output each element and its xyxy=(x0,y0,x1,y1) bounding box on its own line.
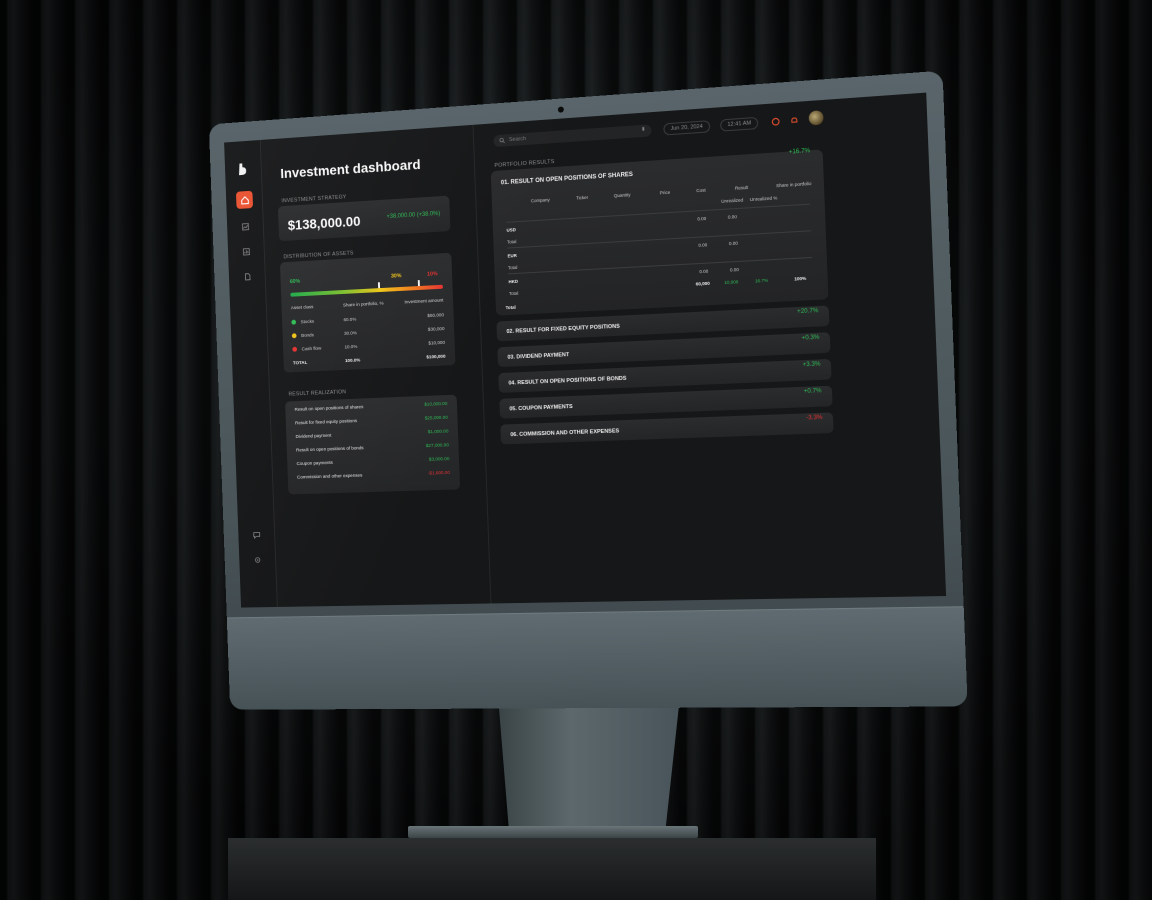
asset-share: 30.0% xyxy=(343,331,357,337)
bar-marker xyxy=(417,280,420,287)
search-placeholder: Search xyxy=(508,136,527,144)
realization-card: Result on open positions of shares $10,00… xyxy=(285,394,461,495)
search-input[interactable]: Search xyxy=(493,124,652,148)
report-icon[interactable] xyxy=(238,243,255,261)
settings-icon[interactable] xyxy=(249,551,266,569)
unrealized-value: 0.00 xyxy=(727,214,737,220)
bell-icon[interactable] xyxy=(788,114,801,127)
asset-name: Stocks xyxy=(300,319,315,326)
col-amount: Investment amount xyxy=(404,298,444,306)
stocks-dot xyxy=(291,319,297,325)
distribution-card: 60% 30% 10% Asset class Share in portfol… xyxy=(279,252,456,373)
logo-icon[interactable] xyxy=(237,162,248,176)
cost-value: 0.00 xyxy=(698,242,708,248)
asset-share: 60.0% xyxy=(343,317,357,324)
chart-icon[interactable] xyxy=(237,218,254,236)
unrealized-value: 0.00 xyxy=(728,240,738,247)
strategy-delta: +38,000.00 (+38.0%) xyxy=(386,210,441,221)
asset-share: 10.0% xyxy=(344,344,358,351)
col-share: Share in portfolio xyxy=(776,180,812,189)
col-unrealized-pct: Unrealized % xyxy=(749,195,778,203)
currency-row-label: HKD xyxy=(508,278,519,285)
col-quantity: Quantity xyxy=(613,192,631,199)
total-cost: 60,000 xyxy=(695,280,710,287)
asset-amount: $10,000 xyxy=(428,340,446,347)
col-company: Company xyxy=(530,197,550,204)
total-share: 100% xyxy=(794,275,807,282)
subtotal-label: Total xyxy=(506,239,517,245)
home-icon[interactable] xyxy=(235,190,254,210)
pedestal xyxy=(228,838,876,900)
shares-title: 01. RESULT ON OPEN POSITIONS OF SHARES xyxy=(500,171,634,187)
search-icon xyxy=(499,137,505,143)
marker-label-cash: 10% xyxy=(427,271,438,278)
screen: Investment dashboard INVESTMENT STRATEGY… xyxy=(224,92,947,608)
left-panel: Investment dashboard INVESTMENT STRATEGY… xyxy=(260,124,492,607)
col-cost: Cost xyxy=(696,187,706,194)
date-pill[interactable]: Jun 20, 2024 xyxy=(663,120,711,136)
cost-value: 0.00 xyxy=(699,268,709,275)
monitor-stand xyxy=(498,696,680,830)
divider xyxy=(507,230,812,249)
marker-label-stocks: 60% xyxy=(289,278,301,286)
col-price: Price xyxy=(659,189,671,196)
total-amount: $100,000 xyxy=(426,354,446,361)
asset-amount: $30,000 xyxy=(427,327,445,333)
asset-name: Cash flow xyxy=(301,346,322,353)
time-pill[interactable]: 12:41 AM xyxy=(720,116,759,132)
marker-label-bonds: 30% xyxy=(390,273,402,280)
right-panel: Search Jun 20, 2024 12:41 AM PORTFOLIO R… xyxy=(473,93,946,604)
distribution-bar xyxy=(290,284,443,297)
currency-row-label: USD xyxy=(506,227,516,233)
grand-total-label: Total xyxy=(505,304,516,311)
col-unrealized: Unrealized xyxy=(721,197,744,204)
shares-positions-card: 01. RESULT ON OPEN POSITIONS OF SHARES +… xyxy=(490,148,829,316)
cash-dot xyxy=(292,346,298,352)
subtotal-label: Total xyxy=(507,264,518,271)
col-result: Result xyxy=(734,184,749,191)
avatar[interactable] xyxy=(808,110,824,126)
currency-row-label: EUR xyxy=(507,252,517,259)
chat-icon[interactable] xyxy=(248,526,265,544)
monitor-chin xyxy=(226,606,968,710)
total-unrealized: 10,000 xyxy=(724,279,739,286)
notification-icon[interactable] xyxy=(769,115,782,128)
commission-row[interactable]: 06. COMMISSION AND OTHER EXPENSES -3.3% xyxy=(500,412,834,445)
total-label: TOTAL xyxy=(292,360,308,367)
document-icon[interactable] xyxy=(239,268,256,286)
strategy-amount: $138,000.00 xyxy=(287,212,361,233)
total-unrealized-pct: 16.7% xyxy=(754,277,769,284)
asset-amount: $60,000 xyxy=(427,313,445,320)
divider xyxy=(508,256,813,275)
shares-value: +16.7% xyxy=(788,148,811,156)
mic-icon[interactable] xyxy=(641,126,645,135)
monitor: Investment dashboard INVESTMENT STRATEGY… xyxy=(208,70,968,710)
realization-label: RESULT REALIZATION xyxy=(288,389,347,398)
cost-value: 0.00 xyxy=(697,215,707,222)
divider xyxy=(506,203,811,223)
col-asset-class: Asset class xyxy=(290,305,314,312)
col-ticker: Ticker xyxy=(575,194,589,201)
asset-name: Bonds xyxy=(301,333,314,339)
page-title: Investment dashboard xyxy=(280,156,421,182)
col-share: Share in portfolio, % xyxy=(342,301,384,309)
subtotal-label: Total xyxy=(508,290,519,297)
bonds-dot xyxy=(291,333,297,339)
monitor-stand-foot xyxy=(408,826,698,838)
bar-marker xyxy=(377,282,381,289)
unrealized-value: 0.00 xyxy=(729,267,740,273)
total-share: 100.0% xyxy=(344,358,361,365)
